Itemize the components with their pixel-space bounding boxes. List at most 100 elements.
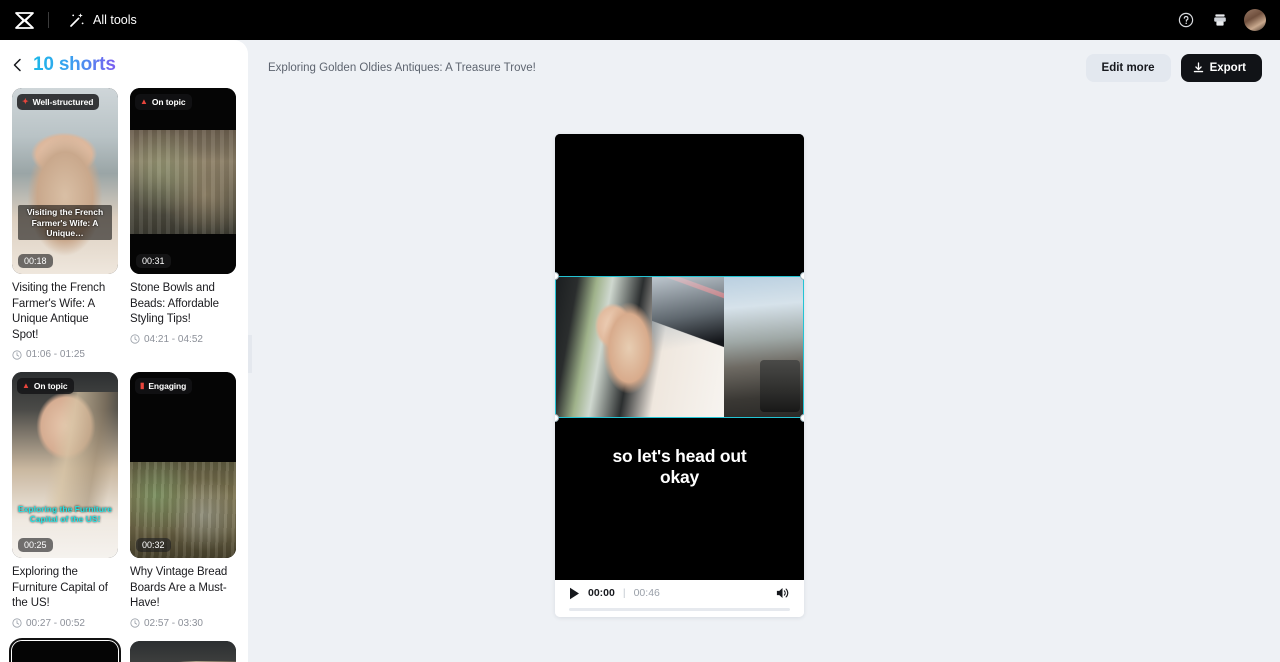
short-title: Exploring the Furniture Capital of the U…	[12, 566, 108, 610]
page-title: 10 shorts	[33, 54, 116, 75]
badge-label: Engaging	[148, 381, 187, 392]
duration-badge: 00:32	[136, 538, 171, 553]
badge-label: On topic	[33, 381, 68, 392]
status-badge: ▲ On topic	[17, 378, 74, 395]
avatar[interactable]	[1244, 9, 1266, 31]
duration-badge: 00:25	[18, 538, 53, 553]
duration-badge: 00:18	[18, 254, 53, 268]
scrub-bar[interactable]	[569, 608, 790, 611]
crown-icon	[1214, 14, 1226, 26]
thumbs-up-icon: ▲	[22, 381, 30, 391]
status-badge: ▮ Engaging	[135, 378, 193, 395]
thumbnail-art-inner	[130, 130, 236, 234]
main-header: Exploring Golden Oldies Antiques: A Trea…	[252, 40, 1280, 96]
short-thumbnail[interactable]	[130, 640, 236, 662]
people-icon: ▮	[140, 381, 145, 391]
short-thumbnail[interactable]: ▲ On topic 00:31	[130, 88, 236, 274]
caption-line-2: okay	[659, 467, 700, 488]
short-thumbnail[interactable]: ✦ Well-structured Visiting the French Fa…	[12, 88, 118, 274]
topbar-right-group	[1176, 9, 1280, 31]
shorts-grid: ✦ Well-structured Visiting the French Fa…	[0, 84, 248, 662]
short-range: 01:06 - 01:25	[12, 349, 118, 360]
thumbnail-art	[130, 640, 236, 662]
export-button[interactable]: Export	[1180, 54, 1262, 82]
caption-line-1: so let's head out	[612, 446, 747, 466]
thumbnail-art	[12, 88, 118, 274]
resize-handle-bottom-right[interactable]	[800, 414, 804, 422]
resize-handle-top-right[interactable]	[800, 272, 804, 280]
video-caption: so let's head out okay	[555, 446, 804, 489]
short-card[interactable]	[9, 637, 121, 662]
clock-icon	[12, 618, 22, 628]
clock-icon	[12, 349, 22, 360]
status-badge: ✦ Well-structured	[17, 94, 100, 110]
status-badge: ▲ On topic	[135, 94, 192, 110]
short-range: 02:57 - 03:30	[130, 618, 236, 629]
help-circle-icon	[1178, 12, 1194, 28]
range-label: 01:06 - 01:25	[26, 349, 85, 361]
back-button[interactable]	[12, 58, 23, 72]
badge-label: Well-structured	[32, 97, 94, 107]
player-controls: 00:00 | 00:46	[555, 580, 804, 617]
volume-button[interactable]	[775, 586, 790, 600]
clip-primary-art	[555, 276, 724, 418]
letterbox-bottom	[555, 418, 804, 580]
short-title: Why Vintage Bread Boards Are a Must-Have…	[130, 566, 228, 610]
short-range: 00:27 - 00:52	[12, 618, 118, 629]
video-preview[interactable]: so let's head out okay	[555, 134, 804, 580]
sidebar-header: 10 shorts	[0, 40, 248, 84]
all-tools-label: All tools	[93, 13, 137, 27]
clip-secondary-art	[724, 276, 804, 418]
app-logo[interactable]	[0, 11, 48, 29]
short-card[interactable]: ▲ On topic 00:31 Stone Bowls and Beads: …	[130, 88, 236, 360]
short-title: Visiting the French Farmer's Wife: A Uni…	[12, 282, 106, 341]
top-bar: All tools	[0, 0, 1280, 40]
short-card[interactable]: ✦ Well-structured Visiting the French Fa…	[12, 88, 118, 360]
speaker-icon	[776, 588, 789, 598]
play-icon	[570, 587, 579, 599]
chevron-left-icon	[13, 58, 21, 72]
capcut-logo-icon	[14, 11, 34, 29]
all-tools-button[interactable]: All tools	[69, 12, 137, 28]
magic-wand-icon	[70, 13, 84, 27]
project-title: Exploring Golden Oldies Antiques: A Trea…	[268, 62, 536, 74]
help-button[interactable]	[1176, 10, 1196, 30]
range-label: 00:27 - 00:52	[26, 617, 85, 629]
clock-icon	[130, 618, 140, 628]
sparkle-icon: ✦	[22, 97, 29, 106]
short-card[interactable]	[130, 640, 236, 662]
export-label: Export	[1209, 62, 1246, 74]
current-time: 00:00	[588, 587, 615, 599]
video-stage: so let's head out okay 00:00 | 00:46	[555, 134, 804, 617]
badge-label: On topic	[151, 97, 186, 107]
play-button[interactable]	[569, 587, 580, 600]
short-thumbnail[interactable]: ▲ On topic Exploring the Furniture Capit…	[12, 372, 118, 559]
duration-badge: 00:31	[136, 254, 171, 268]
letterbox-top	[555, 134, 804, 276]
short-range: 04:21 - 04:52	[130, 334, 236, 345]
time-separator: |	[622, 587, 626, 599]
thumbnail-art	[12, 640, 118, 662]
download-icon	[1193, 62, 1203, 73]
range-label: 02:57 - 03:30	[144, 617, 203, 629]
short-thumbnail[interactable]: ▮ Engaging 00:32	[130, 372, 236, 559]
edit-more-button[interactable]: Edit more	[1085, 54, 1171, 82]
total-duration: 00:46	[633, 587, 660, 599]
video-clip	[555, 276, 804, 418]
short-card[interactable]: ▲ On topic Exploring the Furniture Capit…	[12, 372, 118, 629]
short-title: Stone Bowls and Beads: Affordable Stylin…	[130, 282, 219, 326]
topbar-divider	[48, 12, 49, 28]
clock-icon	[130, 334, 140, 344]
short-card[interactable]: ▮ Engaging 00:32 Why Vintage Bread Board…	[130, 372, 236, 629]
shorts-sidebar: 10 shorts ✦ Well-structured Visiting the…	[0, 40, 248, 662]
thumbnail-caption: Exploring the Furniture Capital of the U…	[18, 503, 112, 524]
range-label: 04:21 - 04:52	[144, 333, 203, 345]
player-row: 00:00 | 00:46	[569, 586, 790, 600]
header-actions: Edit more Export	[1085, 54, 1262, 82]
thumbnail-caption: Visiting the French Farmer's Wife: A Uni…	[18, 205, 112, 240]
upgrade-button[interactable]	[1210, 10, 1230, 30]
main-canvas: Exploring Golden Oldies Antiques: A Trea…	[252, 40, 1280, 662]
short-thumbnail[interactable]	[9, 637, 121, 662]
thumbnail-art	[12, 372, 118, 559]
thumbs-up-icon: ▲	[140, 97, 148, 106]
